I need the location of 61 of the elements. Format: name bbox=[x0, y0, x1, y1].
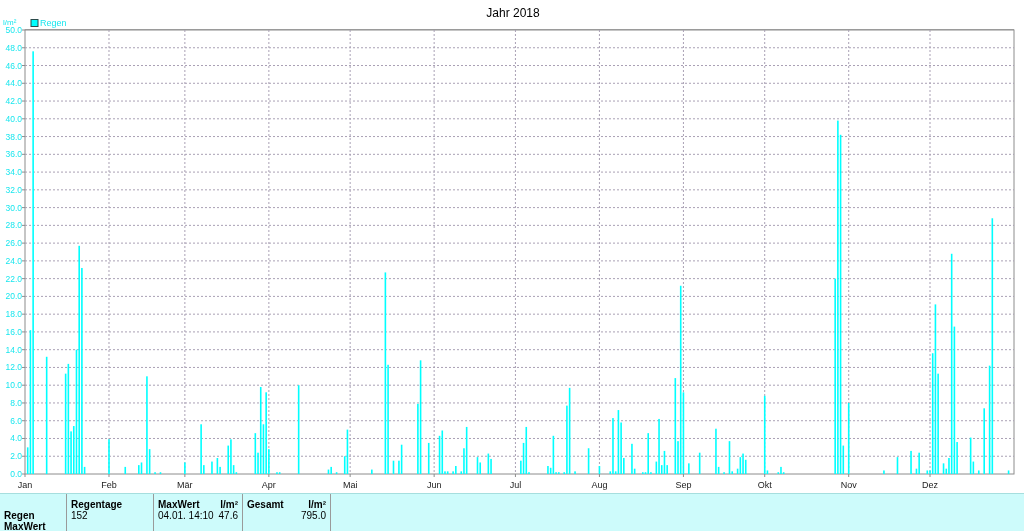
legend-label: Regen bbox=[40, 18, 67, 28]
rain-bar bbox=[1007, 470, 1010, 474]
y-axis-label: 14.0 bbox=[5, 344, 22, 355]
rain-bar bbox=[427, 442, 430, 474]
y-axis-label: 44.0 bbox=[5, 78, 22, 89]
rain-bar bbox=[587, 448, 590, 474]
y-axis-label: 32.0 bbox=[5, 184, 22, 195]
y-axis-label: 22.0 bbox=[5, 273, 22, 284]
y-axis-label: 16.0 bbox=[5, 326, 22, 337]
column-header: Gesamt bbox=[247, 499, 284, 510]
x-axis-label: Apr bbox=[261, 480, 276, 490]
x-axis-label: Feb bbox=[101, 480, 117, 490]
column-header: MaxWert bbox=[158, 499, 200, 510]
x-axis-label: Nov bbox=[840, 480, 857, 490]
table-cell: 152 bbox=[71, 510, 88, 521]
y-axis-label: 8.0 bbox=[10, 397, 22, 408]
y-axis-label: 10.0 bbox=[5, 380, 22, 391]
rain-bar bbox=[598, 466, 601, 474]
y-axis-label: 48.0 bbox=[5, 42, 22, 53]
y-axis-label: 34.0 bbox=[5, 167, 22, 178]
y-axis-label: 20.0 bbox=[5, 291, 22, 302]
rain-bar bbox=[847, 402, 850, 474]
y-axis-label: 40.0 bbox=[5, 113, 22, 124]
table-cell: 04.01. 14:10 bbox=[158, 510, 214, 521]
column-header: Regentage bbox=[71, 499, 123, 510]
row-label: MaxWert bbox=[4, 521, 46, 531]
table-cell: 795.0 bbox=[300, 510, 326, 521]
unit-header: l/m² bbox=[308, 499, 326, 510]
x-axis-label: Jun bbox=[426, 480, 442, 490]
y-axis-label: 18.0 bbox=[5, 309, 22, 320]
y-axis-label: 4.0 bbox=[10, 433, 22, 444]
y-axis-label: 28.0 bbox=[5, 220, 22, 231]
rain-bar bbox=[698, 452, 701, 474]
y-axis-label: 12.0 bbox=[5, 362, 22, 373]
y-axis-label: 2.0 bbox=[10, 451, 22, 462]
table-cell: 47.6 bbox=[218, 510, 238, 521]
y-axis-label: 36.0 bbox=[5, 149, 22, 160]
x-axis-label: Mär bbox=[177, 480, 193, 490]
x-axis-label: Jul bbox=[509, 480, 522, 490]
y-axis-label: 26.0 bbox=[5, 238, 22, 249]
rain-bar bbox=[896, 457, 899, 474]
y-axis-label: 0.0 bbox=[10, 469, 22, 479]
rain-bar bbox=[392, 460, 395, 474]
y-axis-label: 30.0 bbox=[5, 202, 22, 213]
y-axis-label: 38.0 bbox=[5, 131, 22, 142]
x-axis-label: Jan bbox=[17, 480, 33, 490]
x-axis-label: Mai bbox=[342, 480, 358, 490]
x-axis-label: Sep bbox=[675, 480, 692, 490]
unit-header: l/m² bbox=[220, 499, 238, 510]
y-axis-unit: l/m² bbox=[3, 18, 17, 27]
x-axis-label: Okt bbox=[757, 480, 772, 490]
chart-title: Jahr 2018 bbox=[486, 6, 540, 20]
y-axis-label: 42.0 bbox=[5, 96, 22, 107]
y-axis-label: 6.0 bbox=[10, 415, 22, 426]
y-axis-label: 46.0 bbox=[5, 60, 22, 71]
x-axis-label: Dez bbox=[922, 480, 938, 490]
rain-bar bbox=[124, 466, 127, 474]
row-label: Regen bbox=[4, 510, 35, 521]
y-axis-label: 24.0 bbox=[5, 255, 22, 266]
x-axis-label: Aug bbox=[591, 480, 608, 490]
y-axis-label: 50.0 bbox=[5, 25, 22, 35]
